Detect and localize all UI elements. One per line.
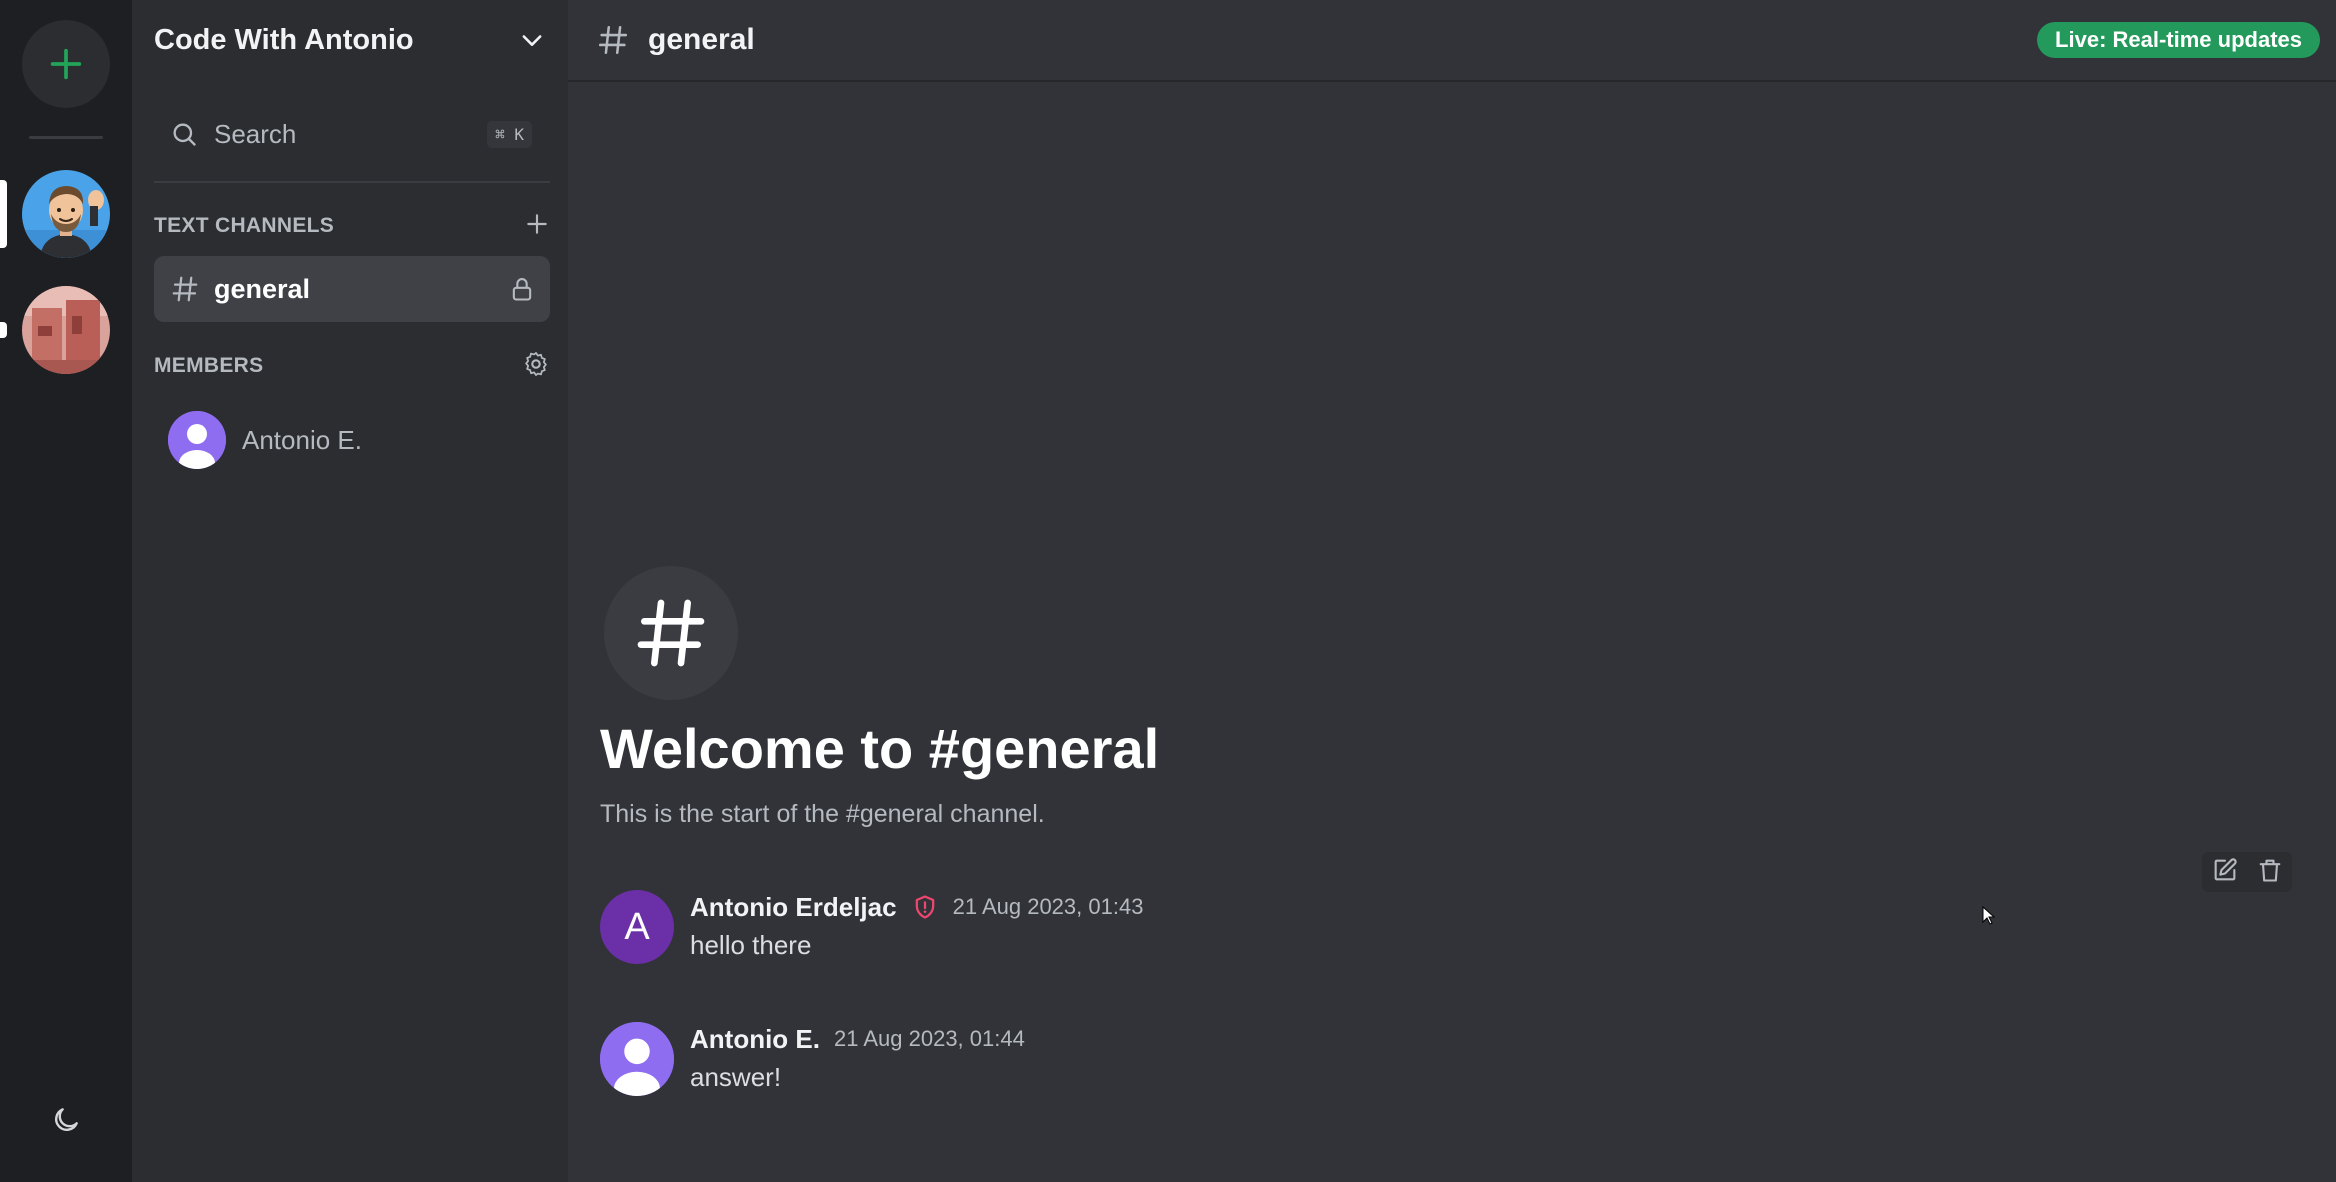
create-channel-button[interactable] — [524, 211, 550, 242]
add-server-button[interactable] — [22, 20, 110, 108]
moderator-badge — [911, 893, 939, 921]
member-item[interactable]: Antonio E. — [168, 410, 548, 470]
user-silhouette-icon — [168, 411, 226, 469]
server-name: Code With Antonio — [154, 23, 414, 56]
channel-title: general — [648, 23, 755, 56]
channel-item-general[interactable]: general — [154, 256, 550, 322]
active-server-indicator — [0, 180, 7, 248]
plus-icon — [50, 48, 82, 80]
chat-message: Antonio E. 21 Aug 2023, 01:44 answer! — [600, 1022, 2200, 1102]
channel-name: general — [214, 273, 311, 304]
avatar-letter: A — [624, 905, 650, 948]
server-icon-second[interactable] — [22, 286, 110, 374]
message-timestamp: 21 Aug 2023, 01:43 — [952, 894, 1144, 919]
chat-message: A Antonio Erdeljac 21 Aug 2023, 01:43 he… — [600, 890, 2200, 970]
search-label: Search — [214, 118, 297, 149]
hash-icon — [637, 599, 705, 667]
live-status-badge: Live: Real-time updates — [2037, 22, 2320, 58]
chat-main: general Live: Real-time updates Welcome … — [568, 0, 2336, 1182]
search-icon — [173, 123, 196, 146]
rail-divider — [29, 136, 103, 139]
chevron-down-icon — [522, 35, 542, 46]
app-window: Code With Antonio Search ⌘ K TEXT CHANNE… — [0, 0, 2336, 1182]
trash-icon — [2259, 859, 2280, 882]
message-content: hello there — [690, 930, 812, 960]
text-channels-section: TEXT CHANNELS — [154, 206, 550, 246]
search-shortcut: ⌘ K — [487, 120, 532, 148]
mouse-cursor-icon — [1982, 906, 1996, 925]
message-author[interactable]: Antonio E. — [690, 1024, 820, 1055]
gear-icon — [525, 351, 547, 376]
moon-icon — [55, 1108, 78, 1131]
avatar — [168, 411, 226, 469]
memoji-avatar-image — [22, 170, 110, 258]
members-heading: MEMBERS — [154, 354, 264, 377]
search-button[interactable]: Search ⌘ K — [154, 108, 550, 160]
welcome-subtitle: This is the start of the #general channe… — [600, 800, 1045, 828]
delete-message-button[interactable] — [2256, 856, 2284, 889]
architecture-server-image — [22, 286, 110, 374]
unread-server-indicator — [0, 322, 7, 338]
plus-icon — [527, 213, 547, 234]
message-actions — [2202, 852, 2292, 892]
sidebar-divider — [154, 181, 550, 183]
message-author[interactable]: Antonio Erdeljac — [690, 892, 897, 923]
hash-icon — [172, 276, 198, 302]
edit-icon — [2214, 857, 2237, 880]
member-name: Antonio E. — [242, 424, 362, 455]
theme-toggle-button[interactable] — [46, 1100, 86, 1140]
server-icon-code-with-antonio[interactable] — [22, 170, 110, 258]
channel-welcome-icon — [604, 566, 738, 700]
channel-sidebar: Code With Antonio Search ⌘ K TEXT CHANNE… — [132, 0, 568, 1182]
welcome-title: Welcome to #general — [600, 717, 1160, 780]
message-content: answer! — [690, 1062, 782, 1092]
server-rail — [0, 0, 132, 1182]
lock-icon — [512, 278, 532, 301]
text-channels-heading: TEXT CHANNELS — [154, 214, 335, 237]
avatar[interactable]: A — [600, 890, 674, 964]
hash-icon — [598, 25, 628, 55]
user-silhouette-icon — [600, 1022, 674, 1096]
server-header-button[interactable]: Code With Antonio — [132, 0, 568, 80]
manage-members-button[interactable] — [522, 350, 550, 383]
channel-header: general Live: Real-time updates — [568, 0, 2336, 82]
message-header: Antonio Erdeljac 21 Aug 2023, 01:43 — [690, 890, 1143, 924]
edit-message-button[interactable] — [2211, 856, 2239, 889]
members-section: MEMBERS — [154, 346, 550, 386]
message-header: Antonio E. 21 Aug 2023, 01:44 — [690, 1022, 1025, 1056]
message-timestamp: 21 Aug 2023, 01:44 — [833, 1026, 1025, 1051]
avatar[interactable] — [600, 1022, 674, 1096]
shield-alert-icon — [915, 895, 934, 919]
